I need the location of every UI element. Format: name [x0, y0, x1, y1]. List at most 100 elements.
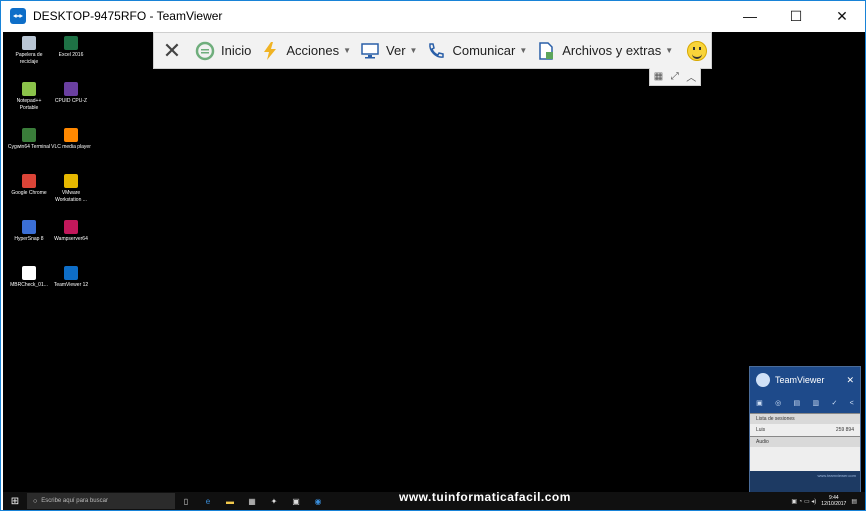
system-tray: ▣ ◔ ▭ ◂) 9:44 12/10/2017 ▤	[791, 492, 857, 510]
collapse-icon[interactable]: ︿	[686, 69, 696, 84]
files-icon[interactable]: ▥	[813, 399, 820, 407]
desktop-icon[interactable]: HyperSnap 8	[7, 220, 51, 243]
toolbar-acciones[interactable]: Acciones ▼	[255, 33, 355, 69]
watermark-text: www.tuinformaticafacil.com	[399, 490, 571, 504]
toolbar-inicio[interactable]: Inicio	[190, 33, 255, 69]
audio-header[interactable]: Audio	[750, 436, 860, 447]
folder-icon[interactable]: ▬	[219, 497, 241, 506]
phone-icon	[425, 40, 447, 62]
sessions-header[interactable]: Lista de sesiones	[750, 413, 860, 424]
tv-panel-brand: TeamViewer	[775, 375, 825, 385]
desktop-icon-label: VMware Workstation ...	[55, 190, 87, 203]
app-icon	[22, 82, 36, 96]
app-icon[interactable]: ▣	[285, 497, 307, 506]
toolbar-acciones-label: Acciones	[286, 43, 340, 58]
teamviewer-logo-icon	[756, 373, 770, 387]
search-icon: ○	[33, 497, 38, 505]
toolbar-comunicar[interactable]: Comunicar ▼	[421, 33, 531, 69]
close-button[interactable]: ✕	[819, 1, 865, 31]
minimize-button[interactable]: —	[727, 1, 773, 31]
notifications-icon[interactable]: ▤	[851, 498, 857, 505]
toolbar-ver[interactable]: Ver ▼	[355, 33, 421, 69]
desktop-icon-label: Wampserver64	[54, 236, 88, 242]
toolbar-ver-label: Ver	[386, 43, 406, 58]
smiley-icon[interactable]	[687, 40, 708, 61]
app-icon	[64, 82, 78, 96]
maximize-button[interactable]: ☐	[773, 1, 819, 31]
tray-icons[interactable]: ▣ ◔ ▭ ◂)	[791, 498, 816, 505]
lightning-icon	[259, 40, 281, 62]
session-row[interactable]: Luis 259 894	[750, 424, 860, 436]
windows-start-icon[interactable]: ⊞	[3, 496, 27, 507]
app-icon	[22, 128, 36, 142]
grid-icon[interactable]: ▦	[654, 71, 663, 82]
tv-panel-header: TeamViewer ✕	[750, 367, 860, 393]
desktop-icon[interactable]: Wampserver64	[49, 220, 93, 243]
files-icon	[535, 40, 557, 62]
app-icon	[22, 174, 36, 188]
desktop-icon-label: CPUID CPU-Z	[54, 98, 88, 104]
tv-panel-close-button[interactable]: ✕	[846, 375, 854, 386]
desktop-icon[interactable]: MBRCheck_01...	[7, 266, 51, 289]
desktop-icon-label: VLC media player	[51, 144, 91, 150]
desktop-icon[interactable]: Cygwin64 Terminal	[7, 128, 51, 151]
window-title: DESKTOP-9475RFO - TeamViewer	[33, 9, 223, 23]
toolbar-inicio-label: Inicio	[221, 43, 252, 58]
tv-panel-actions: ▣ ◎ ▤ ▥ ✓ <	[750, 393, 860, 413]
audio-area	[750, 447, 860, 471]
app-icon	[64, 36, 78, 50]
desktop-icon-label: MBRCheck_01...	[10, 282, 48, 288]
app-icon	[64, 174, 78, 188]
desktop-icon[interactable]: VLC media player	[49, 128, 93, 151]
teamviewer-logo-icon	[10, 8, 26, 24]
app-icon	[22, 266, 36, 280]
remote-toolbar: ✕ Inicio Acciones ▼ Ver ▼ Comunicar ▼ Ar…	[153, 32, 712, 69]
headset-icon[interactable]: ◎	[775, 399, 781, 407]
close-session-button[interactable]: ✕	[154, 33, 190, 69]
desktop-icon[interactable]: Excel 2016	[49, 36, 93, 59]
chat-icon[interactable]: ▤	[794, 399, 801, 407]
title-bar[interactable]: DESKTOP-9475RFO - TeamViewer — ☐ ✕	[1, 1, 865, 31]
check-icon[interactable]: ✓	[831, 399, 837, 407]
teamviewer-window: DESKTOP-9475RFO - TeamViewer — ☐ ✕ ✕ Ini…	[0, 0, 866, 511]
desktop-icon-label: Google Chrome	[11, 190, 47, 196]
clock[interactable]: 9:44 12/10/2017	[821, 495, 846, 507]
app-icon	[64, 266, 78, 280]
desktop-icon-label: Papelera de reciclaje	[15, 52, 43, 65]
remote-screen[interactable]: ✕ Inicio Acciones ▼ Ver ▼ Comunicar ▼ Ar…	[3, 32, 865, 510]
desktop-icon-label: HyperSnap 8	[14, 236, 44, 242]
fullscreen-icon[interactable]: ⤢	[671, 71, 679, 82]
teamviewer-link[interactable]: www.teamviewer.com	[750, 471, 860, 480]
sub-toolbar: ▦ ⤢ ︿	[649, 68, 701, 86]
desktop-icon[interactable]: Papelera de reciclaje	[7, 36, 51, 66]
clock-date: 12/10/2017	[821, 501, 847, 507]
share-icon[interactable]: <	[850, 400, 854, 407]
app-icon	[22, 36, 36, 50]
search-placeholder: Escribe aquí para buscar	[41, 498, 108, 504]
desktop-icon-label: Cygwin64 Terminal	[7, 144, 51, 150]
toolbar-comunicar-label: Comunicar	[452, 43, 516, 58]
monitor-icon	[359, 40, 381, 62]
toolbar-archivos[interactable]: Archivos y extras ▼	[531, 33, 677, 69]
app-icon	[64, 128, 78, 142]
desktop-icon-label: Notepad++ Portable	[16, 98, 42, 111]
teamviewer-side-panel: TeamViewer ✕ ▣ ◎ ▤ ▥ ✓ < Lista de sesion…	[749, 366, 861, 494]
session-id: 259 894	[835, 427, 854, 433]
settings-icon[interactable]: ✦	[263, 497, 285, 506]
desktop-icon[interactable]: Notepad++ Portable	[7, 82, 51, 112]
chevron-down-icon: ▼	[343, 46, 352, 55]
edge-icon[interactable]: e	[197, 497, 219, 506]
teamviewer-taskbar-icon[interactable]: ◉	[307, 497, 329, 506]
desktop-icon[interactable]: CPUID CPU-Z	[49, 82, 93, 105]
home-icon	[194, 40, 216, 62]
chevron-down-icon: ▼	[409, 46, 418, 55]
desktop-icon[interactable]: Google Chrome	[7, 174, 51, 197]
chevron-down-icon: ▼	[519, 46, 528, 55]
desktop-icon[interactable]: TeamViewer 12	[49, 266, 93, 289]
camera-icon[interactable]: ▣	[756, 399, 763, 407]
store-icon[interactable]: ▦	[241, 497, 263, 506]
desktop-icon[interactable]: VMware Workstation ...	[49, 174, 93, 204]
desktop-icon-label: Excel 2016	[58, 52, 84, 58]
taskbar-search[interactable]: ○ Escribe aquí para buscar	[27, 493, 175, 509]
task-view-icon[interactable]: ▯	[175, 497, 197, 506]
